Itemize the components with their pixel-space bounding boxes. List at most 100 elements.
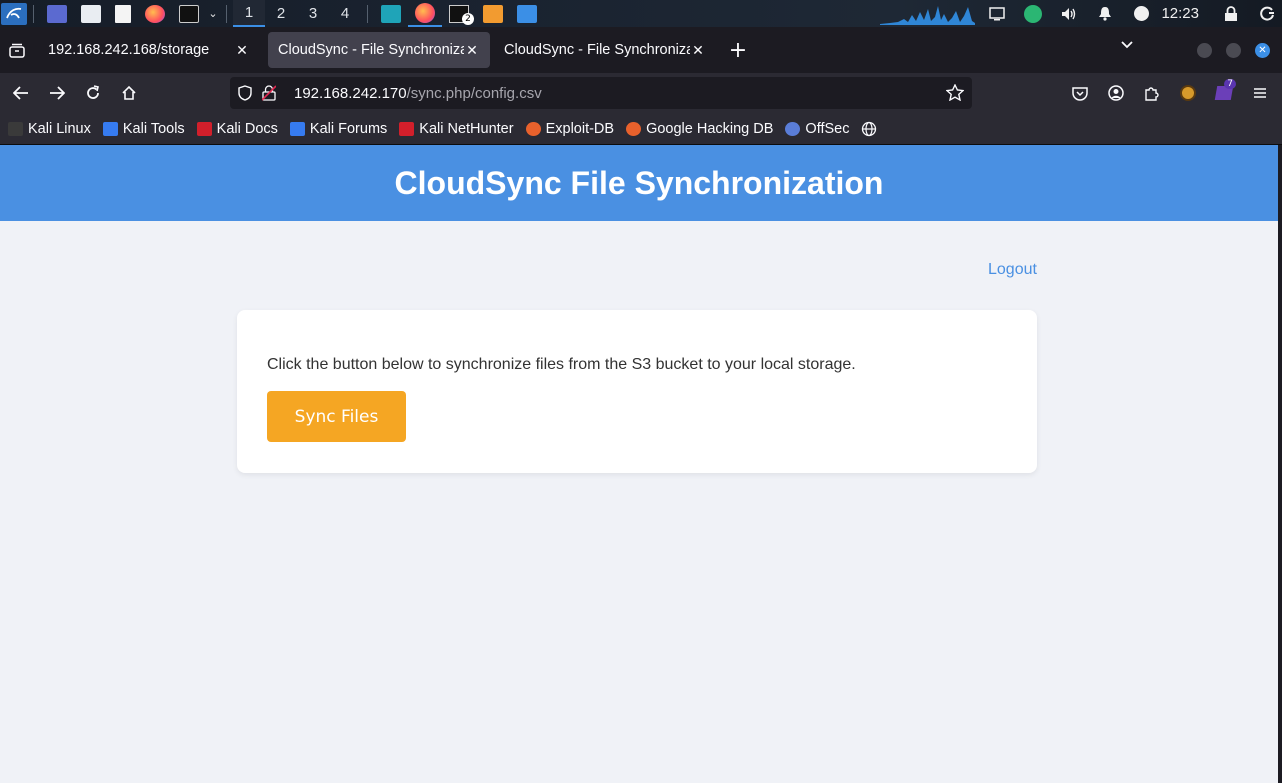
kali-menu-icon[interactable] xyxy=(1,2,27,25)
exploit-db-icon xyxy=(525,121,541,136)
notification-bell-icon[interactable] xyxy=(1096,6,1114,22)
nethunter-icon xyxy=(399,121,415,136)
system-taskbar: ⌄ 1 2 3 4 2 12:23 xyxy=(0,0,1282,27)
url-text[interactable]: 192.168.242.170/sync.php/config.csv xyxy=(294,85,542,102)
bookmark-kali-docs[interactable]: Kali Docs xyxy=(196,120,278,137)
tab-strip: 192.168.242.168/storage ✕ CloudSync - Fi… xyxy=(0,27,1282,73)
list-all-tabs-icon[interactable] xyxy=(1120,35,1140,54)
taskbar-separator xyxy=(33,4,34,23)
taskbar-separator xyxy=(367,4,368,23)
bookmark-label: Kali Docs xyxy=(216,120,278,137)
logout-link[interactable]: Logout xyxy=(988,261,1037,279)
firefox-launcher-icon[interactable] xyxy=(145,4,165,23)
sublime-text-icon[interactable] xyxy=(483,4,503,23)
tab-close-icon[interactable]: ✕ xyxy=(234,42,250,59)
tab-title: CloudSync - File Synchronization xyxy=(504,42,690,58)
offsec-icon xyxy=(785,121,801,136)
foxyproxy-extension-icon[interactable]: 7 xyxy=(1206,77,1242,109)
pocket-icon[interactable] xyxy=(1062,77,1098,109)
folder-icon[interactable] xyxy=(517,4,537,23)
sync-instructions: Click the button below to synchronize fi… xyxy=(267,356,856,373)
globe-icon xyxy=(862,121,877,136)
url-host: 192.168.242.170 xyxy=(294,84,407,102)
network-app-icon[interactable] xyxy=(1024,4,1043,23)
bookmark-globe[interactable] xyxy=(861,121,877,137)
bookmark-label: OffSec xyxy=(805,120,850,137)
minimize-button[interactable] xyxy=(1197,43,1212,58)
terminal-window-button[interactable]: 2 xyxy=(442,0,476,27)
bookmark-kali-nethunter[interactable]: Kali NetHunter xyxy=(399,120,514,137)
volume-icon[interactable] xyxy=(1060,6,1078,22)
firefox-window-button[interactable] xyxy=(408,0,442,27)
extension-badge: 7 xyxy=(1224,79,1236,89)
bookmark-label: Kali Tools xyxy=(122,120,185,137)
burpsuite-window-icon[interactable] xyxy=(381,4,401,23)
bookmark-label: Kali NetHunter xyxy=(419,120,514,137)
url-path: /sync.php/config.csv xyxy=(406,84,542,102)
kali-tools-icon xyxy=(102,121,118,136)
close-window-button[interactable]: ✕ xyxy=(1255,43,1270,58)
hamburger-menu-icon[interactable] xyxy=(1242,77,1278,109)
bookmark-label: Kali Forums xyxy=(309,120,388,137)
url-bar[interactable]: 192.168.242.170/sync.php/config.csv xyxy=(230,77,972,109)
sync-files-button[interactable]: Sync Files xyxy=(267,391,406,442)
window-edge xyxy=(1278,145,1282,783)
bookmarks-toolbar: Kali Linux Kali Tools Kali Docs Kali For… xyxy=(0,113,1282,145)
tab-title: CloudSync - File Synchronization xyxy=(278,42,464,58)
bookmark-kali-tools[interactable]: Kali Tools xyxy=(102,120,185,137)
insecure-lock-icon[interactable] xyxy=(262,85,284,101)
cookie-extension-icon[interactable] xyxy=(1170,77,1206,109)
bookmark-kali-linux[interactable]: Kali Linux xyxy=(8,121,91,137)
reload-button[interactable] xyxy=(75,77,111,109)
tab-cloudsync[interactable]: CloudSync - File Synchronization ✕ xyxy=(494,32,716,68)
home-button[interactable] xyxy=(111,77,147,109)
file-manager-icon[interactable] xyxy=(81,4,101,23)
bookmark-exploit-db[interactable]: Exploit-DB xyxy=(525,120,615,137)
clock[interactable]: 12:23 xyxy=(1161,5,1199,22)
firefox-icon xyxy=(415,2,435,23)
bookmark-google-hacking-db[interactable]: Google Hacking DB xyxy=(626,121,773,137)
bookmark-star-icon[interactable] xyxy=(945,83,965,105)
power-manager-icon[interactable] xyxy=(1132,6,1150,22)
bookmark-label: Kali Linux xyxy=(28,120,91,137)
screen-icon[interactable] xyxy=(988,6,1006,22)
bookmark-kali-forums[interactable]: Kali Forums xyxy=(289,120,388,137)
text-editor-icon[interactable] xyxy=(115,4,131,23)
kali-docs-icon xyxy=(196,121,212,136)
tab-storage[interactable]: 192.168.242.168/storage ✕ xyxy=(38,32,260,68)
tab-close-icon[interactable]: ✕ xyxy=(690,42,706,59)
kali-forums-icon xyxy=(289,121,305,136)
workspace-2[interactable]: 2 xyxy=(265,0,297,27)
sync-card: Click the button below to synchronize fi… xyxy=(237,310,1037,473)
bookmark-offsec[interactable]: OffSec xyxy=(785,121,849,137)
workspace-1[interactable]: 1 xyxy=(233,0,265,27)
tab-cloudsync-active[interactable]: CloudSync - File Synchronization ✕ xyxy=(268,32,490,68)
logout-power-icon[interactable] xyxy=(1258,6,1276,22)
ghdb-icon xyxy=(626,121,642,136)
back-button[interactable] xyxy=(3,77,39,109)
extensions-puzzle-icon[interactable] xyxy=(1134,77,1170,109)
web-page: CloudSync File Synchronization Logout Cl… xyxy=(0,145,1278,783)
terminal-window-count-badge: 2 xyxy=(462,13,474,25)
firefox-view-icon[interactable] xyxy=(0,43,34,58)
lock-icon[interactable] xyxy=(1222,5,1240,22)
desktop-icon[interactable] xyxy=(47,4,67,23)
page-header: CloudSync File Synchronization xyxy=(0,145,1278,221)
new-tab-button[interactable]: + xyxy=(722,34,754,66)
workspace-3[interactable]: 3 xyxy=(297,0,329,27)
maximize-button[interactable] xyxy=(1226,43,1241,58)
account-icon[interactable] xyxy=(1098,77,1134,109)
tab-close-icon[interactable]: ✕ xyxy=(464,42,480,59)
bookmark-label: Google Hacking DB xyxy=(646,120,774,137)
cpu-graph-icon xyxy=(880,6,975,25)
navigation-toolbar: 192.168.242.170/sync.php/config.csv 7 xyxy=(0,73,1282,113)
tracking-protection-shield-icon[interactable] xyxy=(238,85,256,101)
workspace-4[interactable]: 4 xyxy=(329,0,361,27)
bookmark-label: Exploit-DB xyxy=(545,120,615,137)
forward-button[interactable] xyxy=(39,77,75,109)
tab-title: 192.168.242.168/storage xyxy=(48,42,210,58)
terminal-launcher-icon[interactable] xyxy=(179,4,199,23)
chevron-down-icon[interactable]: ⌄ xyxy=(206,0,220,27)
taskbar-separator xyxy=(226,4,227,23)
kali-dragon-icon xyxy=(8,121,23,136)
